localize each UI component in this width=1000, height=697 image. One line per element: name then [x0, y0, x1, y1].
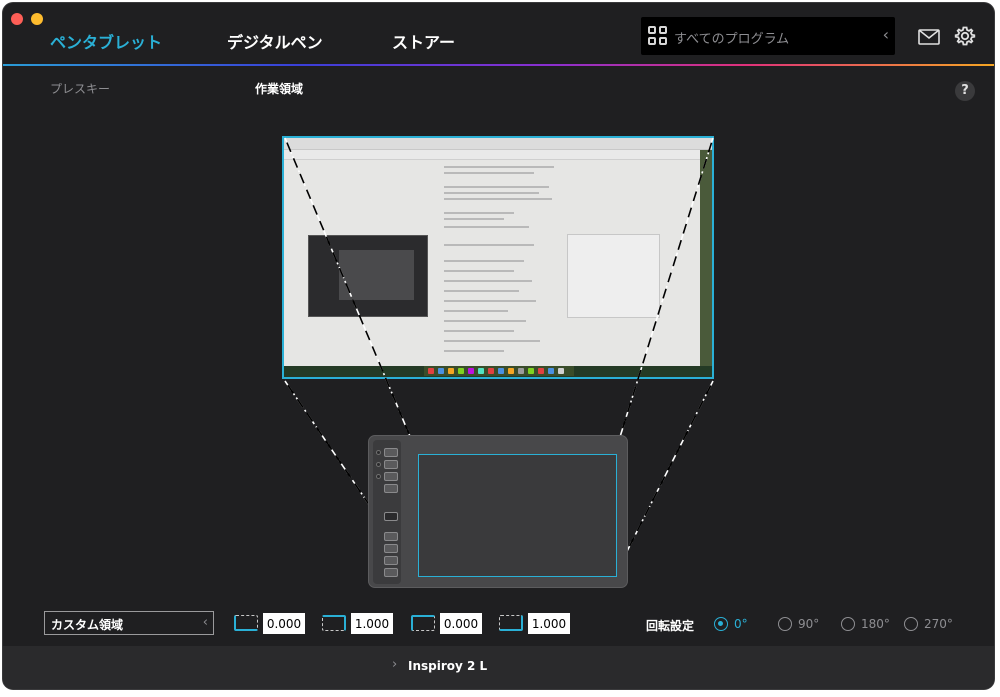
- rotation-270-radio[interactable]: [904, 617, 918, 631]
- rotation-label: 回転設定: [646, 619, 695, 633]
- area-left-input[interactable]: [263, 613, 305, 634]
- chevron-right-icon[interactable]: ›: [392, 657, 397, 672]
- device-name[interactable]: Inspiroy 2 L: [408, 659, 487, 673]
- chevron-left-icon: ‹: [202, 615, 208, 630]
- area-preset-select[interactable]: カスタム領域 ‹: [44, 611, 214, 635]
- top-navigation: ペンタブレット デジタルペン ストアー すべてのプログラム ‹: [3, 3, 994, 65]
- chevron-left-icon: ‹: [882, 25, 889, 44]
- rotation-180-radio[interactable]: [841, 617, 855, 631]
- tab-pen-tablet[interactable]: ペンタブレット: [50, 29, 162, 53]
- rotation-90-radio[interactable]: [778, 617, 792, 631]
- mail-icon[interactable]: [918, 29, 940, 45]
- preview-app-window: [308, 235, 428, 317]
- gear-icon[interactable]: [954, 25, 976, 47]
- rotation-0-label[interactable]: 0°: [734, 617, 748, 631]
- area-preset-value: カスタム領域: [51, 618, 124, 632]
- area-right-input[interactable]: [351, 613, 393, 634]
- rotation-0-radio[interactable]: [714, 617, 728, 631]
- program-selector[interactable]: すべてのプログラム ‹: [641, 17, 895, 55]
- app-window: ペンタブレット デジタルペン ストアー すべてのプログラム ‹ プレスキー 作業…: [3, 3, 994, 689]
- area-bottom-input[interactable]: [528, 613, 570, 634]
- tablet-active-area[interactable]: [418, 454, 617, 577]
- subtab-press-keys[interactable]: プレスキー: [50, 80, 110, 97]
- tab-digital-pen[interactable]: デジタルペン: [227, 29, 323, 53]
- preview-dock: [424, 366, 574, 376]
- bottom-edge-icon: [499, 615, 523, 631]
- tab-store[interactable]: ストアー: [392, 29, 455, 53]
- preview-menubar: [284, 138, 712, 150]
- preview-desktop-edge: [700, 150, 712, 366]
- tablet-illustration: [368, 435, 628, 588]
- subtab-work-area[interactable]: 作業領域: [255, 80, 303, 97]
- rotation-90-label[interactable]: 90°: [798, 617, 819, 631]
- screen-mapping-preview: [282, 136, 714, 379]
- help-button[interactable]: ?: [955, 81, 975, 101]
- rotation-180-label[interactable]: 180°: [861, 617, 890, 631]
- grid-icon: [648, 26, 668, 46]
- left-edge-icon: [234, 615, 258, 631]
- rotation-270-label[interactable]: 270°: [924, 617, 953, 631]
- program-selector-label: すべてのプログラム: [674, 32, 790, 47]
- device-bar: [3, 646, 994, 689]
- area-top-input[interactable]: [440, 613, 482, 634]
- right-edge-icon: [322, 615, 346, 631]
- top-edge-icon: [411, 615, 435, 631]
- preview-settings-panel: [567, 234, 660, 318]
- nav-divider: [3, 64, 994, 66]
- tablet-express-keys: [373, 440, 401, 584]
- preview-tabbar: [284, 150, 712, 160]
